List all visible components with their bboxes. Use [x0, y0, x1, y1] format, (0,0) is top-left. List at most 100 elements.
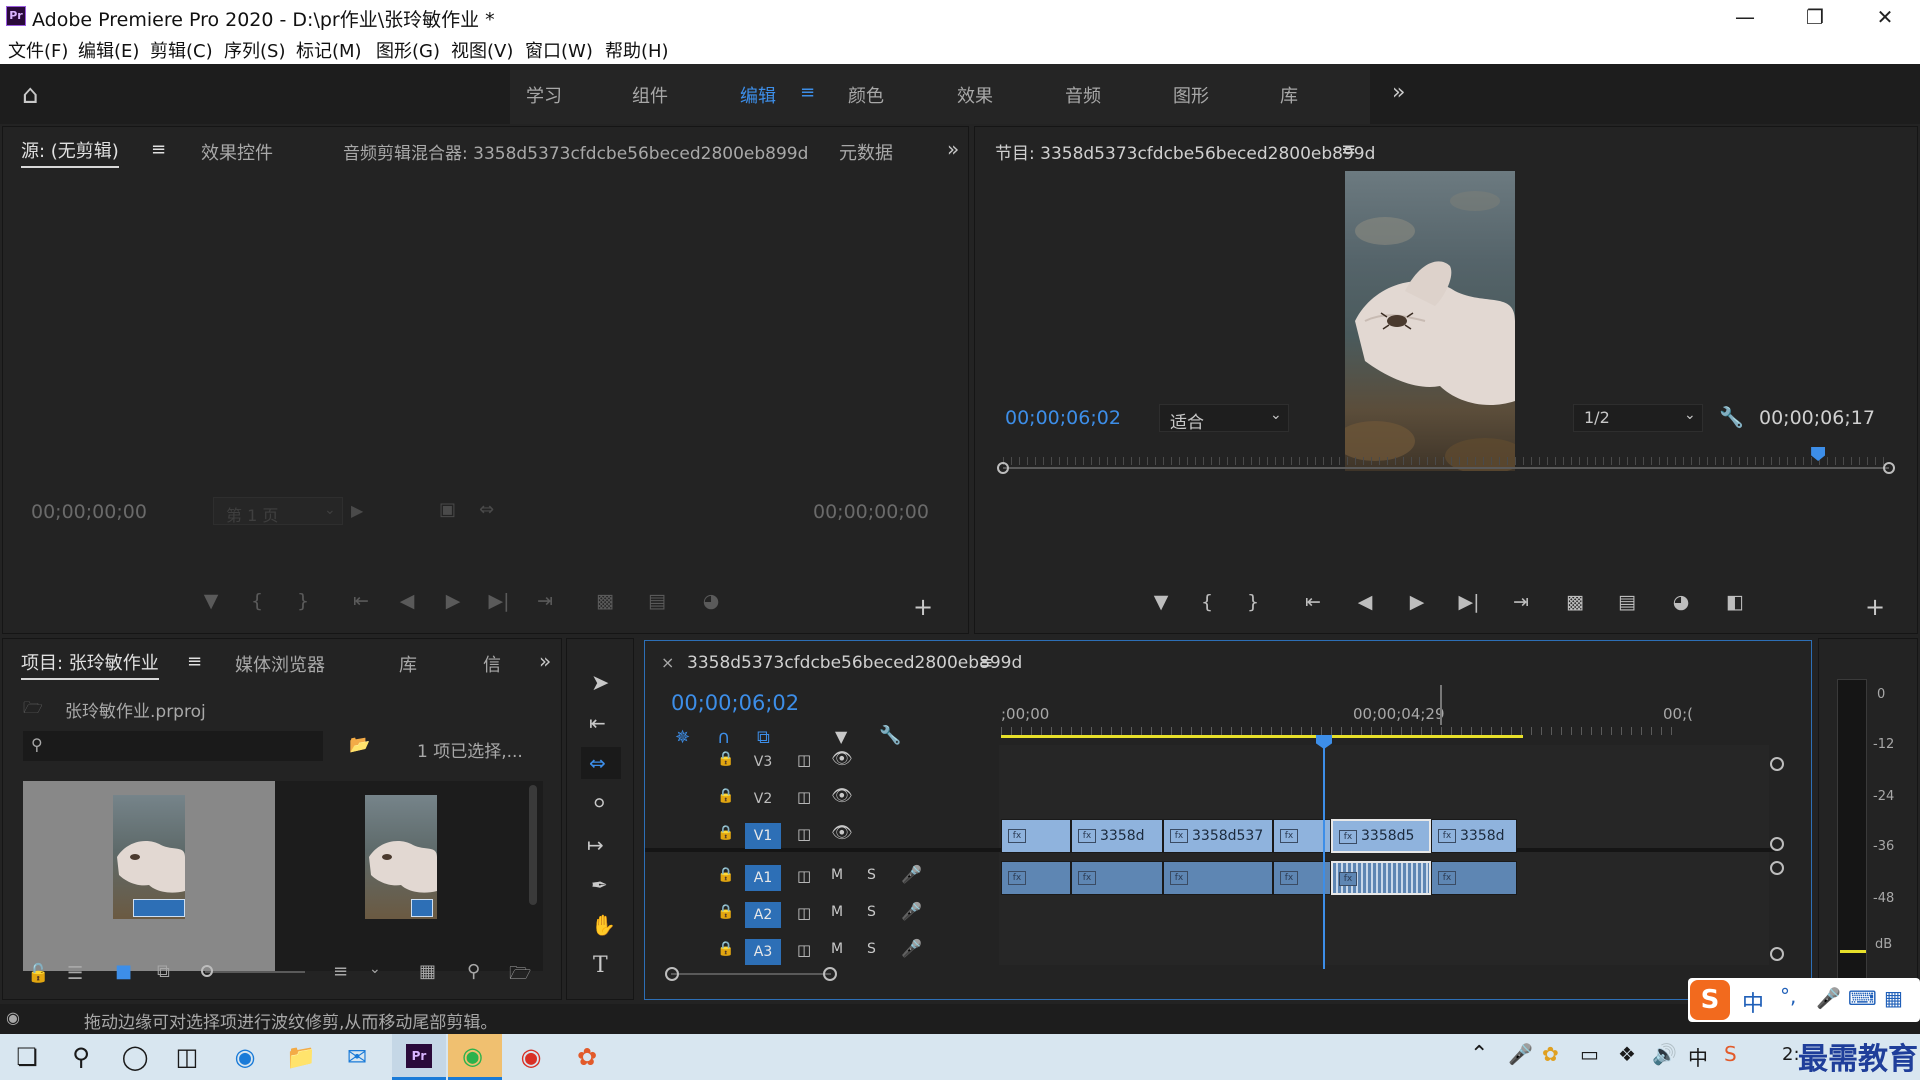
eye-icon[interactable]: 👁: [831, 749, 853, 769]
go-to-out-icon[interactable]: ⇥: [1503, 593, 1539, 612]
video-clip[interactable]: fx 3358d537: [1163, 819, 1273, 853]
menu-help[interactable]: 帮助(H): [605, 37, 669, 63]
play-arrow-icon[interactable]: ▶: [351, 501, 363, 520]
tab-source[interactable]: 源: (无剪辑): [21, 137, 119, 168]
track-select-tool-icon[interactable]: ⇤: [589, 711, 606, 735]
play-icon[interactable]: ▶: [435, 592, 471, 611]
sogou-logo-icon[interactable]: S: [1690, 980, 1730, 1020]
audio-scroll-top-handle[interactable]: [1770, 861, 1784, 875]
export-frame-icon[interactable]: ◕: [693, 592, 729, 611]
timeline-menu-icon[interactable]: ≡: [979, 653, 993, 673]
program-menu-icon[interactable]: ≡: [1341, 139, 1356, 160]
sync-lock-icon[interactable]: ◫: [797, 941, 811, 959]
ws-tab-editing[interactable]: 编辑: [740, 82, 776, 108]
home-icon[interactable]: ⌂: [22, 80, 39, 110]
ws-tab-effects[interactable]: 效果: [957, 82, 993, 108]
audio-clip[interactable]: fx: [1071, 861, 1163, 895]
mic-icon[interactable]: 🎤: [901, 902, 922, 922]
menu-marker[interactable]: 标记(M): [296, 37, 362, 63]
freeform-view-icon[interactable]: ⧉: [157, 961, 170, 982]
tab-metadata[interactable]: 元数据: [839, 139, 893, 165]
mic-icon[interactable]: 🎤: [901, 939, 922, 959]
go-to-in-icon[interactable]: ⇤: [1295, 593, 1331, 612]
video-clip[interactable]: fx: [1001, 819, 1071, 853]
lock-icon[interactable]: 🔒: [717, 941, 734, 957]
tab-info[interactable]: 信: [483, 651, 501, 677]
ripple-edit-tool[interactable]: ⇔: [581, 747, 621, 779]
tab-media-browser[interactable]: 媒体浏览器: [235, 651, 325, 677]
chevron-down-icon[interactable]: ⌄: [369, 961, 381, 977]
zoom-right-handle[interactable]: [823, 967, 837, 981]
video-clip[interactable]: fx 3358d: [1431, 819, 1517, 853]
scrubber-end-handle[interactable]: [1883, 462, 1895, 474]
mark-out-icon[interactable]: }: [1235, 593, 1271, 612]
type-tool-icon[interactable]: T: [593, 953, 608, 978]
wifi-icon[interactable]: ❖: [1618, 1042, 1636, 1066]
source-add-button-icon[interactable]: +: [913, 593, 933, 621]
ws-tab-audio[interactable]: 音频: [1065, 82, 1101, 108]
track-label-v2[interactable]: V2: [745, 786, 781, 812]
fit-select[interactable]: 适合 ⌄: [1159, 404, 1289, 433]
battery-icon[interactable]: ▭: [1580, 1042, 1599, 1066]
app-icon[interactable]: ✿: [570, 1040, 604, 1074]
solo-button[interactable]: S: [867, 941, 876, 957]
minimize-button[interactable]: —: [1710, 0, 1780, 34]
lock-icon[interactable]: 🔒: [717, 751, 734, 767]
track-label-a3[interactable]: A3: [745, 939, 781, 965]
ws-overflow-icon[interactable]: »: [1392, 80, 1405, 105]
tray-ime-label[interactable]: 中: [1688, 1042, 1708, 1071]
find-bin-icon[interactable]: 📂: [349, 735, 370, 755]
track-label-v3[interactable]: V3: [745, 749, 781, 775]
lock-icon[interactable]: 🔓: [27, 963, 49, 984]
add-marker-icon[interactable]: ▼: [1143, 593, 1179, 612]
sync-lock-icon[interactable]: ◫: [797, 751, 811, 769]
mark-in-icon[interactable]: {: [1189, 593, 1225, 612]
add-marker-icon[interactable]: ▼: [193, 592, 229, 611]
ime-mode-label[interactable]: 中: [1742, 986, 1764, 1018]
solo-button[interactable]: S: [867, 867, 876, 883]
ws-tab-assembly[interactable]: 组件: [632, 82, 668, 108]
video-scroll-top-handle[interactable]: [1770, 757, 1784, 771]
mark-out-icon[interactable]: }: [285, 592, 321, 611]
tray-chevron-up-icon[interactable]: ⌃: [1470, 1042, 1488, 1067]
go-to-out-icon[interactable]: ⇥: [527, 592, 563, 611]
source-overflow-icon[interactable]: »: [947, 137, 959, 161]
menu-sequence[interactable]: 序列(S): [224, 37, 285, 63]
mic-icon[interactable]: 🎤: [1816, 986, 1841, 1010]
menu-view[interactable]: 视图(V): [451, 37, 513, 63]
automate-to-sequence-icon[interactable]: ▦: [419, 961, 436, 982]
tray-mic-icon[interactable]: 🎤: [1508, 1042, 1533, 1066]
project-item-selected[interactable]: [23, 781, 275, 971]
mute-button[interactable]: M: [831, 941, 843, 957]
zoom-slider[interactable]: [205, 971, 305, 973]
close-sequence-icon[interactable]: ×: [661, 653, 674, 672]
step-forward-icon[interactable]: ▶|: [1451, 593, 1487, 612]
slip-tool-icon[interactable]: ↦: [587, 833, 604, 857]
taskbar-wechat[interactable]: ◉: [448, 1034, 502, 1080]
restore-button[interactable]: ❐: [1780, 0, 1850, 34]
windows-start-icon[interactable]: ❏: [10, 1040, 44, 1074]
selection-tool-icon[interactable]: ➤: [591, 671, 609, 696]
ws-tab-learn[interactable]: 学习: [526, 82, 562, 108]
overwrite-icon[interactable]: ▤: [639, 592, 675, 611]
time-ruler[interactable]: ;00;00 00;00;04;29 00;(: [1001, 697, 1701, 738]
program-scrubber[interactable]: [997, 447, 1897, 481]
extract-icon[interactable]: ▤: [1609, 593, 1645, 612]
source-page-select[interactable]: 第 1 页 ⌄: [213, 497, 343, 525]
menu-window[interactable]: 窗口(W): [525, 37, 593, 63]
volume-icon[interactable]: 🔊: [1652, 1042, 1677, 1066]
ws-tab-color[interactable]: 颜色: [848, 82, 884, 108]
list-view-icon[interactable]: ☰: [67, 963, 83, 984]
safe-margin-icon[interactable]: ▣: [439, 499, 456, 520]
hand-tool-icon[interactable]: ✋: [591, 913, 616, 937]
audio-clip[interactable]: fx: [1431, 861, 1517, 895]
program-timecode[interactable]: 00;00;06;02: [1005, 407, 1121, 429]
lock-icon[interactable]: 🔒: [717, 904, 734, 920]
mic-icon[interactable]: 🎤: [901, 865, 922, 885]
lift-icon[interactable]: ▩: [1557, 593, 1593, 612]
edge-icon[interactable]: ◉: [228, 1040, 262, 1074]
ws-tab-libraries[interactable]: 库: [1280, 82, 1298, 108]
comparison-view-icon[interactable]: ◧: [1717, 593, 1753, 612]
project-menu-icon[interactable]: ≡: [187, 651, 202, 672]
track-label-a1[interactable]: A1: [745, 865, 781, 891]
